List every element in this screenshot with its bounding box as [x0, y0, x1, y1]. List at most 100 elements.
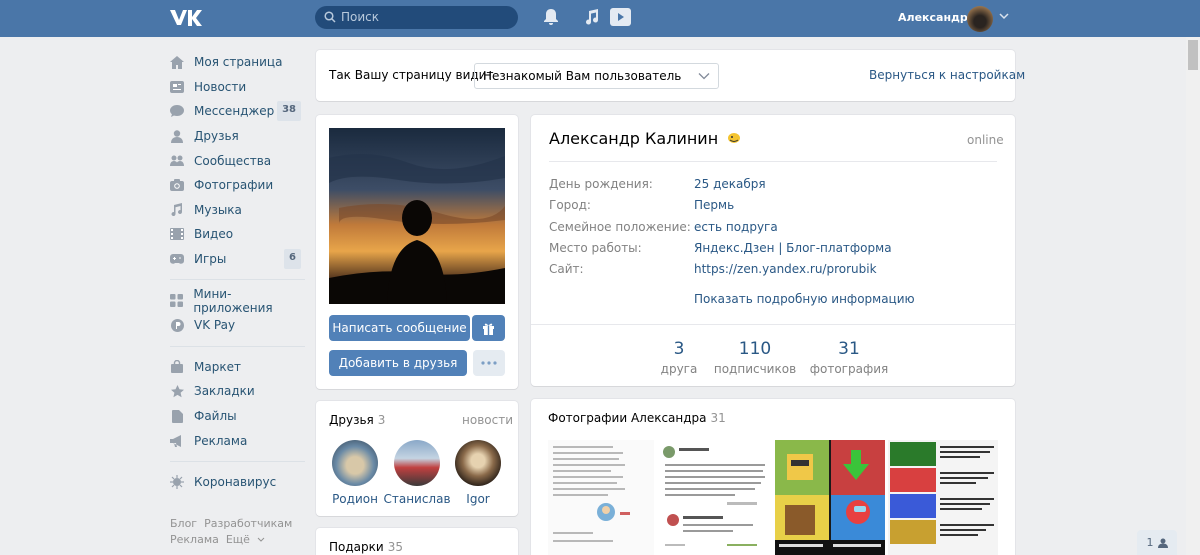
nav-label: Мини-приложения [193, 286, 273, 315]
header-avatar[interactable] [967, 6, 993, 32]
add-friend-button[interactable]: Добавить в друзья [329, 350, 467, 376]
footer-links: Блог Разработчикам Реклама Ещё [170, 516, 300, 548]
photo-thumb[interactable] [775, 440, 885, 555]
friends-online-count: 1 [1146, 536, 1154, 549]
profile-photo[interactable] [329, 128, 505, 304]
nav-item-groups[interactable]: Сообщества [170, 148, 305, 173]
vk-logo-icon[interactable] [168, 8, 202, 28]
divider [531, 324, 1015, 325]
photo-thumb[interactable] [888, 440, 998, 555]
groups-icon [170, 155, 184, 166]
market-icon [171, 360, 183, 374]
nav-item-bookmarks[interactable]: Закладки [170, 379, 305, 404]
apps-icon [170, 294, 184, 308]
footer-link-ads[interactable]: Реклама [170, 533, 219, 546]
friends-news-link[interactable]: новости [462, 413, 513, 427]
return-to-settings-link[interactable]: Вернуться к настройкам [869, 68, 1025, 82]
photo-thumb[interactable] [548, 440, 654, 555]
nav-label: Видео [194, 227, 234, 242]
nav-item-ads[interactable]: Реклама [170, 428, 305, 453]
games-badge: 6 [284, 248, 301, 269]
info-label: Сайт: [549, 262, 584, 276]
more-icon [481, 361, 497, 365]
info-site[interactable]: https://zen.yandex.ru/prorubik [694, 262, 877, 276]
search-icon [324, 11, 336, 23]
nav-divider [170, 345, 305, 347]
friend-item[interactable]: Igor [443, 440, 513, 506]
friend-avatar [394, 440, 440, 486]
friend-name: Станислав [383, 492, 451, 506]
chevron-down-icon [257, 537, 265, 542]
camera-icon [170, 179, 184, 192]
nav-item-files[interactable]: Файлы [170, 404, 305, 429]
info-city[interactable]: Пермь [694, 198, 734, 212]
friends-online-button[interactable]: 1 [1137, 530, 1177, 555]
chevron-down-icon[interactable] [999, 12, 1009, 20]
view-as-selected: Незнакомый Вам пользователь [483, 69, 682, 83]
nav-item-messenger[interactable]: Мессенджер 38 [170, 99, 305, 124]
photo-thumb[interactable] [657, 440, 772, 555]
show-more-link[interactable]: Показать подробную информацию [694, 292, 915, 306]
nav-item-my-page[interactable]: Моя страница [170, 50, 305, 75]
friends-count: 3 [377, 413, 386, 427]
friends-title[interactable]: Друзья 3 [329, 413, 385, 427]
stat-number: 31 [838, 339, 860, 359]
emoji-icon [728, 133, 741, 143]
nav-label: Сообщества [194, 153, 272, 168]
friend-item[interactable]: Родион [320, 440, 390, 506]
play-icon[interactable] [610, 8, 631, 26]
search-input[interactable]: Поиск [315, 6, 518, 29]
stat-followers[interactable]: 110 подписчиков [710, 339, 800, 376]
friend-item[interactable]: Станислав [382, 440, 452, 506]
profile-name-text: Александр Калинин [549, 129, 719, 148]
friend-avatar [332, 440, 378, 486]
view-as-select[interactable]: Незнакомый Вам пользователь [474, 63, 719, 89]
nav-label: Реклама [194, 433, 248, 448]
games-icon [170, 254, 184, 264]
messenger-icon [170, 105, 184, 118]
nav-label: Фотографии [194, 178, 274, 193]
header-username[interactable]: Александр [898, 11, 968, 24]
stat-label: подписчиков [713, 362, 797, 376]
gifts-title[interactable]: Подарки 35 [329, 540, 403, 554]
nav-divider [170, 279, 305, 281]
nav-item-games[interactable]: Игры 6 [170, 247, 305, 272]
send-message-button[interactable]: Написать сообщение [329, 315, 470, 341]
nav-label: Закладки [194, 384, 255, 399]
nav-item-mini-apps[interactable]: Мини-приложения [170, 286, 305, 315]
footer-link-developers[interactable]: Разработчикам [204, 517, 292, 530]
nav-item-friends[interactable]: Друзья [170, 124, 305, 149]
vkpay-icon [170, 318, 184, 332]
photos-count: 31 [710, 411, 726, 425]
gift-icon [483, 323, 494, 335]
more-actions-button[interactable] [473, 350, 505, 376]
footer-link-blog[interactable]: Блог [170, 517, 197, 530]
gift-button[interactable] [472, 315, 505, 341]
info-relationship[interactable]: есть подруга [694, 220, 778, 234]
info-birthday[interactable]: 25 декабря [694, 177, 766, 191]
info-work[interactable]: Яндекс.Дзен | Блог-платформа [694, 241, 892, 255]
top-bar: Поиск Александр [0, 0, 1200, 37]
bell-icon[interactable] [543, 8, 559, 26]
music-icon[interactable] [584, 8, 600, 26]
left-nav: Моя страница Новости Мессенджер 38 Друзь… [170, 50, 305, 495]
nav-item-photos[interactable]: Фотографии [170, 173, 305, 198]
nav-item-vk-pay[interactable]: VK Pay [170, 313, 305, 338]
scrollbar-thumb[interactable] [1188, 40, 1198, 70]
file-icon [171, 409, 183, 423]
nav-label: Файлы [194, 409, 237, 424]
footer-link-more[interactable]: Ещё [226, 533, 250, 546]
stat-photos[interactable]: 31 фотография [804, 339, 894, 376]
nav-item-coronavirus[interactable]: Коронавирус [170, 470, 305, 495]
star-icon [170, 384, 184, 398]
scrollbar[interactable] [1186, 37, 1200, 555]
nav-item-market[interactable]: Маркет [170, 355, 305, 380]
friend-avatar [455, 440, 501, 486]
nav-label: Новости [194, 79, 247, 94]
nav-label: Моя страница [194, 55, 283, 70]
nav-item-music[interactable]: Музыка [170, 198, 305, 223]
gifts-count: 35 [387, 540, 403, 554]
photos-title[interactable]: Фотографии Александра 31 [548, 411, 726, 425]
nav-item-video[interactable]: Видео [170, 222, 305, 247]
nav-item-news[interactable]: Новости [170, 75, 305, 100]
